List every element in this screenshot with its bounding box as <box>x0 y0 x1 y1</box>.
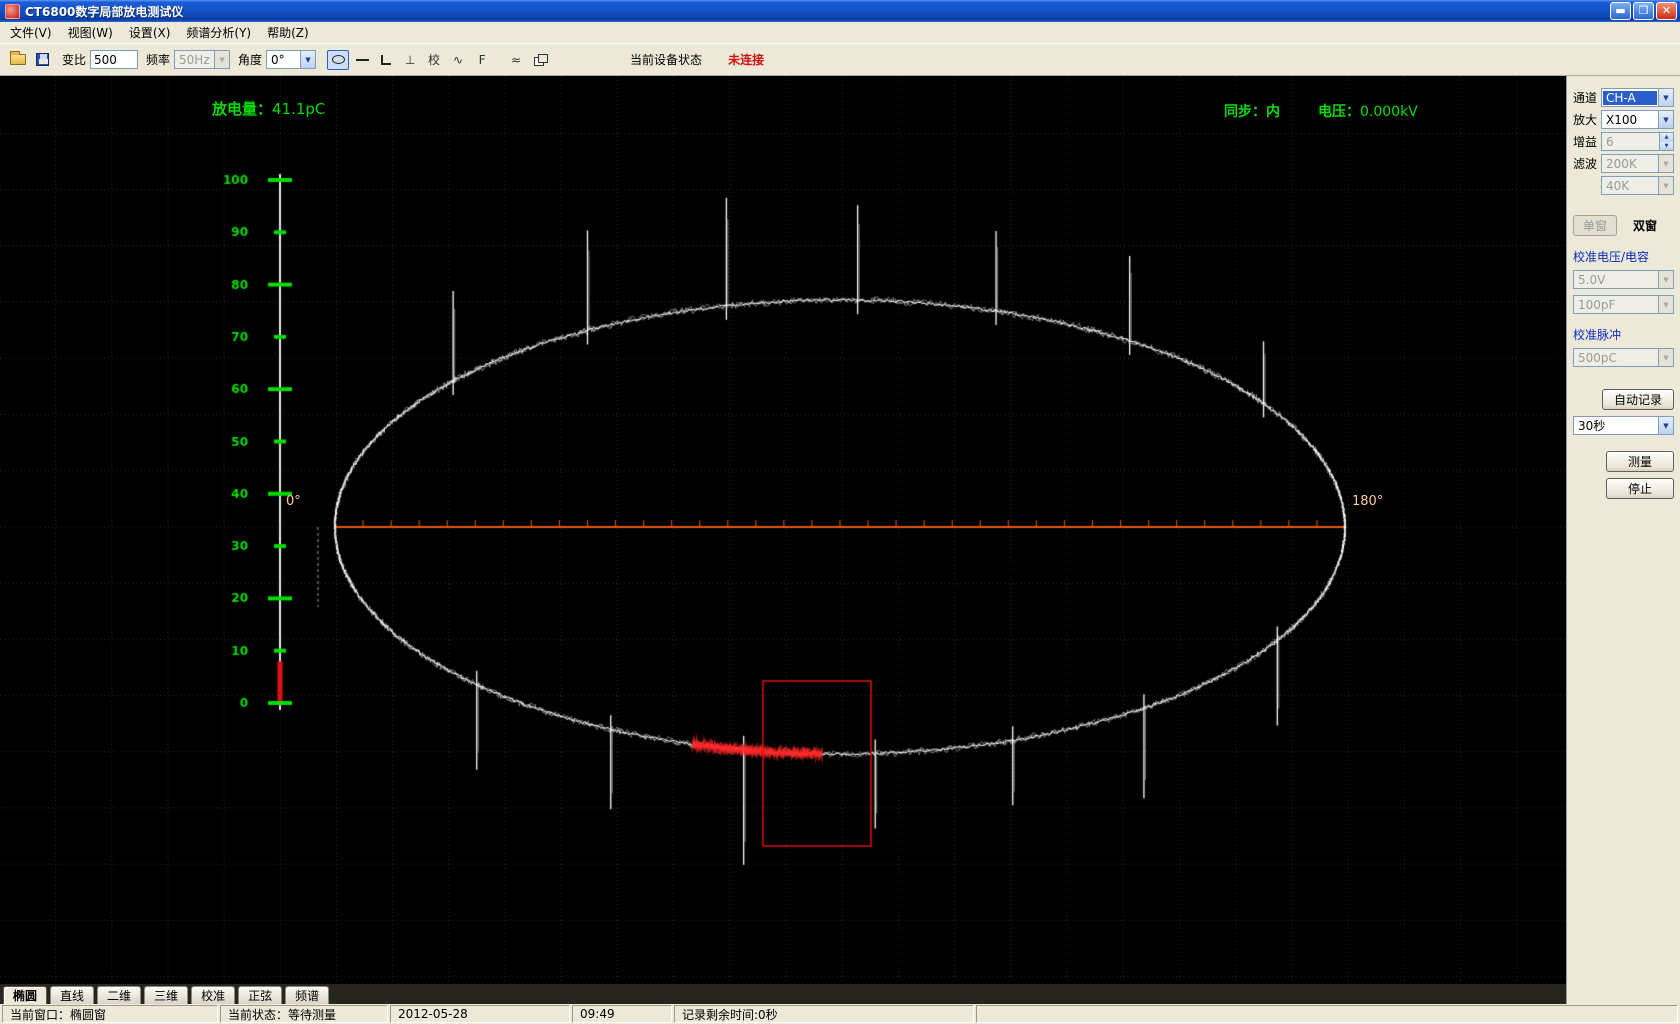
status-current-state: 当前状态：等待测量 <box>220 1005 388 1023</box>
menubar: 文件(V) 视图(W) 设置(X) 频谱分析(Y) 帮助(Z) <box>0 22 1680 44</box>
cal-pulse-header: 校准脉冲 <box>1573 328 1622 342</box>
frequency-select[interactable]: 50Hz ▼ <box>174 50 231 69</box>
tab-calibration[interactable]: 校准 <box>191 986 236 1004</box>
double-window-label: 双窗 <box>1633 219 1658 233</box>
chevron-down-icon: ▼ <box>214 51 230 68</box>
stop-button[interactable]: 停止 <box>1606 478 1674 499</box>
toolbar: 变比 频率 50Hz▼ 角度 0°▼ ⊥ 校 ∿ F ≈ 当前设备状态 未连接 <box>0 44 1680 76</box>
chevron-down-icon: ▼ <box>1658 349 1673 366</box>
filter-label: 滤波 <box>1573 157 1598 171</box>
chevron-down-icon: ▼ <box>1658 155 1673 172</box>
single-window-button[interactable]: 单窗 <box>1573 215 1617 236</box>
spin-down-icon[interactable]: ▼ <box>1660 141 1673 150</box>
sine-tool-icon[interactable]: ∿ <box>447 50 469 70</box>
status-date: 2012-05-28 <box>390 1005 570 1023</box>
cal-capacitance-select[interactable]: 100pF ▼ <box>1573 295 1674 314</box>
window-title: CT6800数字局部放电测试仪 <box>25 4 184 19</box>
status-current-window: 当前窗口：椭圆窗 <box>2 1005 218 1023</box>
menu-settings[interactable]: 设置(X) <box>121 21 179 44</box>
device-status-label: 当前设备状态 <box>630 53 703 67</box>
content: 放电量：41.1pC 同步：内 电压：0.000kV 0° 180° 椭圆 直线… <box>0 76 1680 1004</box>
menu-spectrum-analysis[interactable]: 频谱分析(Y) <box>178 21 259 44</box>
tab-ellipse[interactable]: 椭圆 <box>3 986 48 1004</box>
save-icon[interactable] <box>31 50 53 70</box>
channel-select[interactable]: CH-A ▼ <box>1601 88 1674 107</box>
tab-2d[interactable]: 二维 <box>97 986 142 1004</box>
gain-spinner[interactable]: 6 ▲ ▼ <box>1601 132 1674 151</box>
app-window: CT6800数字局部放电测试仪 ▬ ❒ ✕ 文件(V) 视图(W) 设置(X) … <box>0 0 1680 1024</box>
ratio-label: 变比 <box>62 53 87 67</box>
ellipse-tool-icon[interactable] <box>327 49 350 70</box>
cascade-windows-icon[interactable] <box>529 50 551 70</box>
cal-voltage-select[interactable]: 5.0V ▼ <box>1573 270 1674 289</box>
angle-select[interactable]: 0° ▼ <box>266 50 317 69</box>
frequency-label: 频率 <box>146 53 171 67</box>
titlebar: CT6800数字局部放电测试仪 ▬ ❒ ✕ <box>0 0 1680 22</box>
chevron-down-icon: ▼ <box>300 51 316 68</box>
filter2-select[interactable]: 40K ▼ <box>1601 176 1674 195</box>
statusbar: 当前窗口：椭圆窗 当前状态：等待测量 2012-05-28 09:49 记录剩余… <box>0 1004 1680 1024</box>
status-time: 09:49 <box>572 1005 672 1023</box>
ratio-input[interactable] <box>90 50 139 69</box>
channel-label: 通道 <box>1573 91 1598 105</box>
spectrum-tool-icon[interactable]: ≈ <box>505 50 527 70</box>
measure-button[interactable]: 测量 <box>1606 451 1674 472</box>
close-button[interactable]: ✕ <box>1656 2 1677 20</box>
tab-line[interactable]: 直线 <box>50 986 95 1004</box>
pd-ellipse-canvas[interactable] <box>0 76 1566 984</box>
open-file-icon[interactable] <box>7 50 29 70</box>
device-status-value: 未连接 <box>728 53 765 67</box>
cal-voltage-header: 校准电压/电容 <box>1573 250 1650 264</box>
angle-label: 角度 <box>238 53 263 67</box>
spin-up-icon[interactable]: ▲ <box>1660 133 1673 142</box>
menu-view[interactable]: 视图(W) <box>60 21 121 44</box>
scope-display: 放电量：41.1pC 同步：内 电压：0.000kV 0° 180° <box>0 76 1566 984</box>
chevron-down-icon: ▼ <box>1658 111 1673 128</box>
line-tool-icon[interactable] <box>351 50 373 70</box>
axes-2d-tool-icon[interactable] <box>375 50 397 70</box>
tab-spectrum[interactable]: 频谱 <box>285 986 330 1004</box>
record-interval-select[interactable]: 30秒 ▼ <box>1573 416 1674 435</box>
amplify-label: 放大 <box>1573 113 1598 127</box>
chevron-down-icon: ▼ <box>1658 417 1673 434</box>
auto-record-button[interactable]: 自动记录 <box>1602 389 1674 410</box>
chevron-down-icon: ▼ <box>1658 89 1673 106</box>
calibration-tool-icon[interactable]: 校 <box>423 50 445 70</box>
menu-file[interactable]: 文件(V) <box>2 21 60 44</box>
axes-3d-tool-icon[interactable]: ⊥ <box>399 50 421 70</box>
maximize-button[interactable]: ❒ <box>1633 2 1654 20</box>
cal-pulse-select[interactable]: 500pC ▼ <box>1573 348 1674 367</box>
amplify-select[interactable]: X100 ▼ <box>1601 110 1674 129</box>
status-filler <box>976 1005 1678 1023</box>
chevron-down-icon: ▼ <box>1658 296 1673 313</box>
app-icon <box>5 3 20 19</box>
control-panel: 通道 CH-A ▼ 放大 X100 ▼ 增益 6 ▲ ▼ 滤波 200K ▼ 4… <box>1566 76 1680 1004</box>
filter-select[interactable]: 200K ▼ <box>1601 154 1674 173</box>
chevron-down-icon: ▼ <box>1658 177 1673 194</box>
tab-3d[interactable]: 三维 <box>144 986 189 1004</box>
gain-label: 增益 <box>1573 135 1598 149</box>
chevron-down-icon: ▼ <box>1658 271 1673 288</box>
tab-sine[interactable]: 正弦 <box>238 986 283 1004</box>
f-tool-icon[interactable]: F <box>471 50 493 70</box>
status-remaining-time: 记录剩余时间:0秒 <box>674 1005 974 1023</box>
minimize-button[interactable]: ▬ <box>1610 2 1631 20</box>
menu-help[interactable]: 帮助(Z) <box>259 21 317 44</box>
view-tabstrip: 椭圆 直线 二维 三维 校准 正弦 频谱 <box>0 984 1566 1004</box>
